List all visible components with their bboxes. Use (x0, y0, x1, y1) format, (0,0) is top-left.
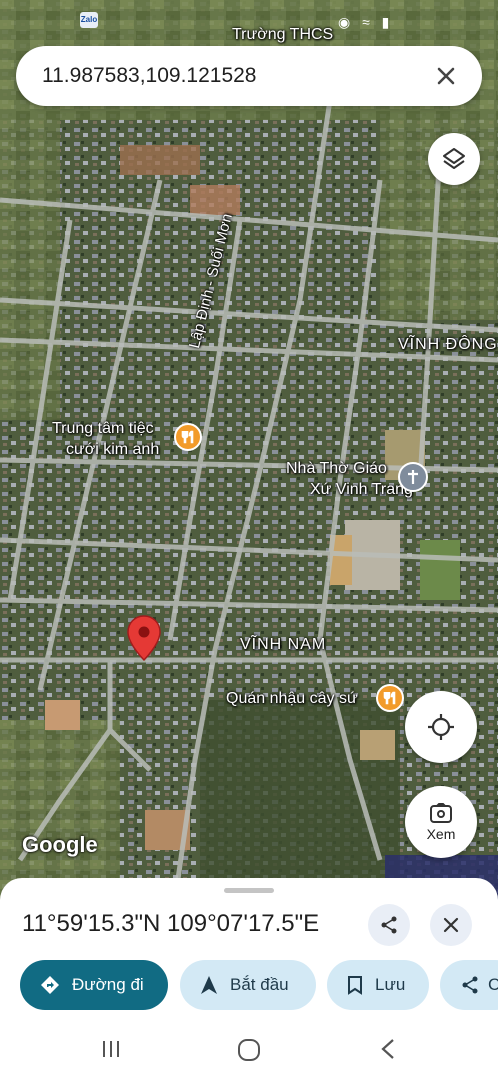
pub-label[interactable]: Quán nhậu cây sứ (226, 690, 358, 708)
start-button[interactable]: Bắt đầu (180, 960, 316, 1010)
status-icons: ◉ ≈ ▮ (338, 14, 394, 30)
location-pin-icon[interactable] (126, 614, 162, 667)
close-sheet-button[interactable] (430, 904, 472, 946)
vinh-dong-label: VĨNH ĐÔNG (398, 336, 498, 353)
google-logo: Google (22, 832, 98, 857)
directions-icon (40, 975, 60, 995)
save-button[interactable]: Lưu (327, 960, 429, 1010)
directions-label: Đường đi (72, 975, 144, 994)
navigation-arrow-icon (200, 975, 218, 995)
layers-icon (443, 148, 465, 169)
directions-button[interactable]: Đường đi (20, 960, 168, 1010)
restaurant-icon[interactable] (174, 423, 202, 451)
share-icon (460, 975, 480, 995)
share-chip-button[interactable]: C (440, 960, 498, 1010)
wedding-center-label-line2[interactable]: cưới kim anh (66, 441, 159, 459)
close-icon[interactable] (430, 60, 462, 92)
zalo-icon: Zalo (80, 12, 98, 28)
save-label: Lưu (375, 975, 406, 994)
church-label-line1[interactable]: Nhà Thờ Giáo (286, 460, 387, 478)
search-bar[interactable]: 11.987583,109.121528 (16, 46, 482, 106)
vinh-nam-label: VĨNH NAM (240, 636, 327, 653)
satellite-map[interactable]: Zalo ◉ ≈ ▮ Trường THCS VĨNH ĐÔNG Lập Địn… (0, 0, 498, 900)
search-query[interactable]: 11.987583,109.121528 (42, 64, 257, 88)
start-label: Bắt đầu (230, 975, 289, 994)
crosshair-icon (428, 714, 454, 740)
action-chips: Đường đi Bắt đầu Lưu C (20, 960, 498, 1012)
share-chip-label: C (488, 975, 498, 994)
home-icon[interactable] (237, 1038, 261, 1067)
wedding-center-label-line1[interactable]: Trung tâm tiệc (52, 420, 154, 438)
share-button[interactable] (368, 904, 410, 946)
street-view-label: Xem (426, 826, 456, 842)
bookmark-icon (347, 975, 363, 995)
close-icon (443, 917, 459, 933)
street-view-button[interactable]: Xem (405, 786, 477, 858)
drag-handle[interactable] (224, 888, 274, 893)
church-label-line2[interactable]: Xứ Vinh Trang (310, 481, 413, 499)
restaurant-icon[interactable] (376, 684, 404, 712)
share-icon (381, 916, 397, 934)
recent-apps-icon[interactable] (100, 1038, 122, 1065)
my-location-button[interactable] (405, 691, 477, 763)
church-icon[interactable] (398, 462, 428, 492)
status-bar: Zalo ◉ ≈ ▮ (0, 0, 498, 40)
camera-icon (430, 803, 452, 823)
bottom-sheet[interactable]: 11°59'15.3"N 109°07'17.5"E Đường đi Bắt … (0, 878, 498, 1080)
layers-button[interactable] (428, 133, 480, 185)
coordinates-text: 11°59'15.3"N 109°07'17.5"E (22, 910, 320, 937)
system-nav-bar (0, 1022, 498, 1080)
back-icon[interactable] (380, 1038, 396, 1065)
